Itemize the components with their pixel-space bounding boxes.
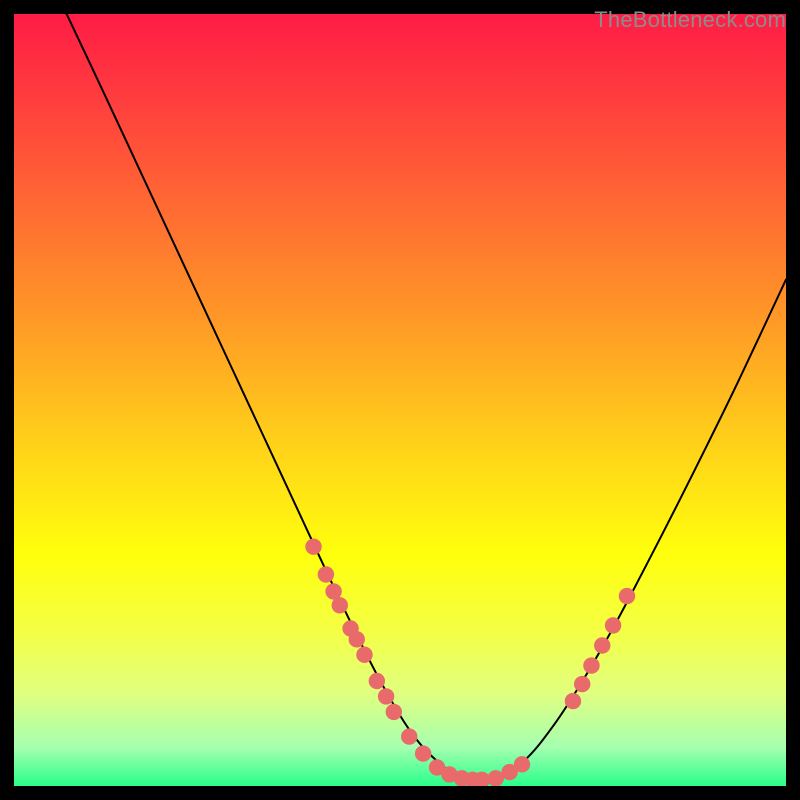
data-marker bbox=[401, 728, 417, 744]
chart-frame: TheBottleneck.com bbox=[14, 14, 786, 786]
data-marker bbox=[583, 657, 599, 673]
data-marker bbox=[619, 588, 635, 604]
data-marker bbox=[305, 538, 321, 554]
data-marker bbox=[378, 688, 394, 704]
data-marker bbox=[565, 693, 581, 709]
data-marker bbox=[332, 597, 348, 613]
data-marker bbox=[605, 617, 621, 633]
data-marker bbox=[349, 631, 365, 647]
data-marker bbox=[415, 745, 431, 761]
data-marker bbox=[514, 756, 530, 772]
data-marker bbox=[318, 566, 334, 582]
data-marker bbox=[594, 637, 610, 653]
gradient-background bbox=[14, 14, 786, 786]
watermark-label: TheBottleneck.com bbox=[594, 7, 786, 33]
data-marker bbox=[369, 673, 385, 689]
data-marker bbox=[356, 647, 372, 663]
data-marker bbox=[574, 676, 590, 692]
data-marker bbox=[386, 704, 402, 720]
chart-canvas bbox=[14, 14, 786, 786]
